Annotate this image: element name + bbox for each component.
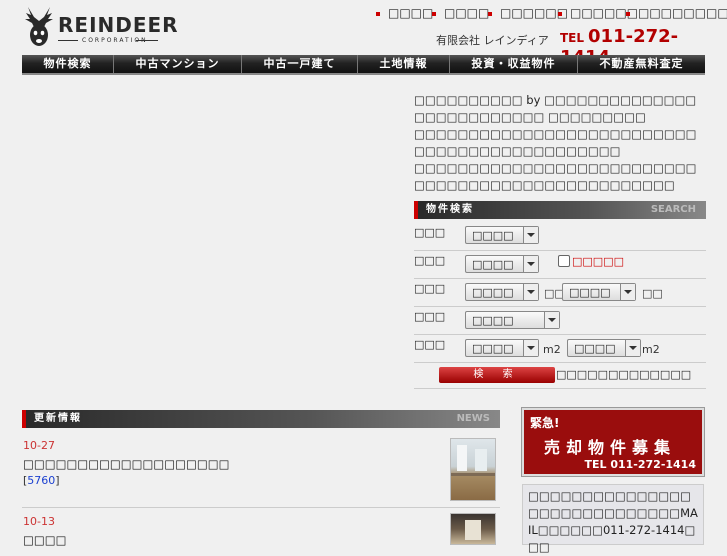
select-value: □□□□ (472, 342, 514, 355)
bullet-icon (432, 11, 436, 16)
search-row-label: □□□ (414, 254, 446, 267)
search-row: □□□ □□□□ (414, 222, 706, 251)
top-link-1[interactable]: □□□□ (376, 6, 433, 20)
room-image-icon (465, 520, 481, 540)
reindeer-logo-icon (25, 7, 53, 46)
top-link-label: □□□□ (444, 6, 490, 20)
nav-used-house[interactable]: 中古一戸建て (242, 55, 358, 73)
nav-land[interactable]: 土地情報 (358, 55, 450, 73)
search-row: □□□ □□□□ □□□□□ (414, 250, 706, 279)
search-row-label: □□□ (414, 338, 446, 351)
unit-label: □□ (642, 287, 663, 300)
banner-title: 売却物件募集 (544, 438, 677, 457)
search-row: □□□ □□□□ (414, 306, 706, 335)
unit-label: m2 (543, 343, 561, 356)
nav-investment[interactable]: 投資・収益物件 (450, 55, 578, 73)
chevron-down-icon (523, 227, 538, 243)
unit-label: m2 (642, 343, 660, 356)
divider (414, 388, 706, 389)
select-value: □□□□ (472, 314, 514, 327)
checkbox-label: □□□□□ (572, 255, 624, 268)
banner-description: □□□□□□□□□□□□□□□□□□□□□□□□□□□□□MAIL□□□□□□0… (522, 484, 704, 554)
area-min-select[interactable]: □□□□ (465, 339, 539, 357)
property-thumbnail[interactable] (450, 513, 496, 545)
search-button[interactable]: 検 索 (439, 367, 555, 383)
search-row-label: □□□ (414, 282, 446, 295)
intro-paragraph: □□□□□□□□□□ by □□□□□□□□□□□□□□□□□□□□□□□□□□… (414, 93, 697, 124)
chevron-down-icon (620, 284, 635, 300)
news-panel-header: 更新情報 NEWS (22, 410, 500, 428)
top-link-5[interactable]: □□□□□□□□□□ (626, 6, 727, 20)
divider (22, 507, 500, 508)
bullet-icon (376, 11, 380, 16)
news-id: [5760] (23, 474, 60, 487)
tel-label: TEL (560, 31, 585, 45)
search-panel-header: 物件検索 SEARCH (414, 201, 706, 219)
type-select[interactable]: □□□□ (465, 255, 539, 273)
chevron-down-icon (523, 284, 538, 300)
news-id-link[interactable]: 5760 (27, 474, 55, 487)
select-value: □□□□ (472, 258, 514, 271)
top-link-3[interactable]: □□□□□□ (488, 6, 568, 20)
select-value: □□□□ (472, 229, 514, 242)
top-link-label: □□□□ (388, 6, 434, 20)
nav-free-appraisal[interactable]: 不動産無料査定 (578, 55, 705, 73)
search-row-label: □□□ (414, 226, 446, 239)
intro-paragraph: □□□□□□□□□□□□□□□□□□□□□□□□□□□□□□□□□□□□□□□□… (414, 161, 697, 192)
room-image-icon (451, 445, 495, 476)
news-title-link[interactable]: □□□□□□□□□□□□□□□□□□□ (23, 457, 229, 471)
news-date: 10-27 (23, 439, 55, 452)
property-thumbnail[interactable] (450, 438, 496, 501)
chevron-down-icon (523, 340, 538, 356)
intro-text: □□□□□□□□□□ by □□□□□□□□□□□□□□□□□□□□□□□□□□… (414, 92, 706, 194)
price-min-select[interactable]: □□□□ (465, 283, 539, 301)
intro-paragraph: □□□□□□□□□□□□□□□□□□□□□□□□□□□□□□□□□□□□□□□□… (414, 127, 697, 158)
search-row: □□□ □□□□ □□ □□□□ □□ (414, 278, 706, 307)
nav-used-mansion[interactable]: 中古マンション (114, 55, 242, 73)
area-max-select[interactable]: □□□□ (567, 339, 641, 357)
select-value: □□□□ (569, 286, 611, 299)
divider (136, 40, 158, 41)
logo[interactable]: REINDEER CORPORATION (22, 5, 178, 47)
search-row: □□□ □□□□ m2 □□□□ m2 (414, 334, 706, 363)
chevron-down-icon (544, 312, 559, 328)
bullet-icon (626, 11, 630, 16)
bullet-icon (558, 11, 562, 16)
layout-select[interactable]: □□□□ (465, 311, 560, 329)
divider (58, 40, 78, 41)
company-name: 有限会社 レインディア (436, 34, 549, 47)
news-date: 10-13 (23, 515, 55, 528)
search-header-title: 物件検索 (426, 204, 474, 215)
nav-property-search[interactable]: 物件検索 (22, 55, 114, 73)
top-link-label: □□□□□□□□□□ (638, 6, 727, 20)
news-header-title: 更新情報 (34, 413, 82, 424)
search-note: □□□□□□□□□□□□□ (556, 368, 692, 381)
search-header-en: SEARCH (650, 204, 696, 215)
banner-urgent: 緊急! (530, 416, 560, 430)
chevron-down-icon (523, 256, 538, 272)
banner-tel: TEL 011-272-1414 (584, 458, 696, 471)
price-max-select[interactable]: □□□□ (562, 283, 636, 301)
chevron-down-icon (625, 340, 640, 356)
search-row-label: □□□ (414, 310, 446, 323)
bullet-icon (488, 11, 492, 16)
select-value: □□□□ (574, 342, 616, 355)
area-select[interactable]: □□□□ (465, 226, 539, 244)
main-nav: 物件検索 中古マンション 中古一戸建て 土地情報 投資・収益物件 不動産無料査定 (22, 55, 705, 75)
news-header-en: NEWS (456, 413, 490, 424)
select-value: □□□□ (472, 286, 514, 299)
new-only-checkbox[interactable] (558, 255, 570, 267)
urgent-sale-banner[interactable]: 緊急! 売却物件募集 TEL 011-272-1414 (521, 407, 705, 477)
top-link-2[interactable]: □□□□ (432, 6, 489, 20)
brand-name: REINDEER (58, 13, 179, 37)
